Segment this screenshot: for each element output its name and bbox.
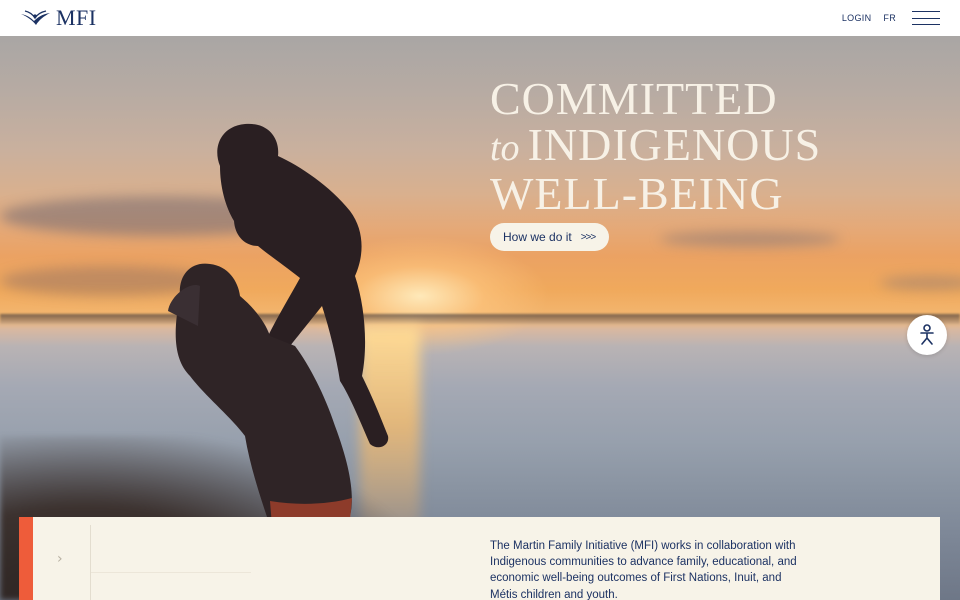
hero-title-line: to INDIGENOUS xyxy=(490,122,821,171)
site-header: MFI LOGIN FR xyxy=(0,0,960,36)
hero-title-line: WELL-BEING xyxy=(490,168,784,219)
cloud xyxy=(660,231,840,247)
slider-track xyxy=(91,525,251,573)
cloud xyxy=(880,276,960,290)
hero-title: COMMITTED to INDIGENOUS WELL-BEING xyxy=(490,76,821,217)
hero-title-indigenous: INDIGENOUS xyxy=(527,119,822,170)
slider-nav[interactable]: › xyxy=(33,525,91,600)
horizon-line xyxy=(0,314,960,324)
header-nav: LOGIN FR xyxy=(830,11,940,25)
hero-section: COMMITTED to INDIGENOUS WELL-BEING How we… xyxy=(0,36,960,600)
accent-bar xyxy=(19,517,33,600)
logo-text: MFI xyxy=(56,5,97,30)
bird-logo-icon xyxy=(21,10,50,25)
intro-description: The Martin Family Initiative (MFI) works… xyxy=(490,540,797,600)
hero-title-to: to xyxy=(490,127,520,169)
triple-chevron-right-icon: >>> xyxy=(580,231,597,243)
how-we-do-it-button[interactable]: How we do it >>> xyxy=(490,223,610,251)
hamburger-menu-icon[interactable] xyxy=(912,11,940,25)
accessibility-button[interactable] xyxy=(907,315,947,355)
language-toggle-link[interactable]: FR xyxy=(883,13,896,23)
mfi-logo[interactable]: MFI xyxy=(20,5,97,31)
parent-child-silhouette-image xyxy=(168,123,389,576)
login-link[interactable]: LOGIN xyxy=(842,13,872,23)
chevron-right-icon[interactable]: › xyxy=(57,551,63,567)
cta-label: How we do it xyxy=(503,230,572,244)
intro-panel: › The Martin Family Initiative (MFI) wor… xyxy=(19,517,940,600)
accessibility-person-icon xyxy=(920,324,934,345)
hero-title-line: COMMITTED xyxy=(490,73,778,124)
